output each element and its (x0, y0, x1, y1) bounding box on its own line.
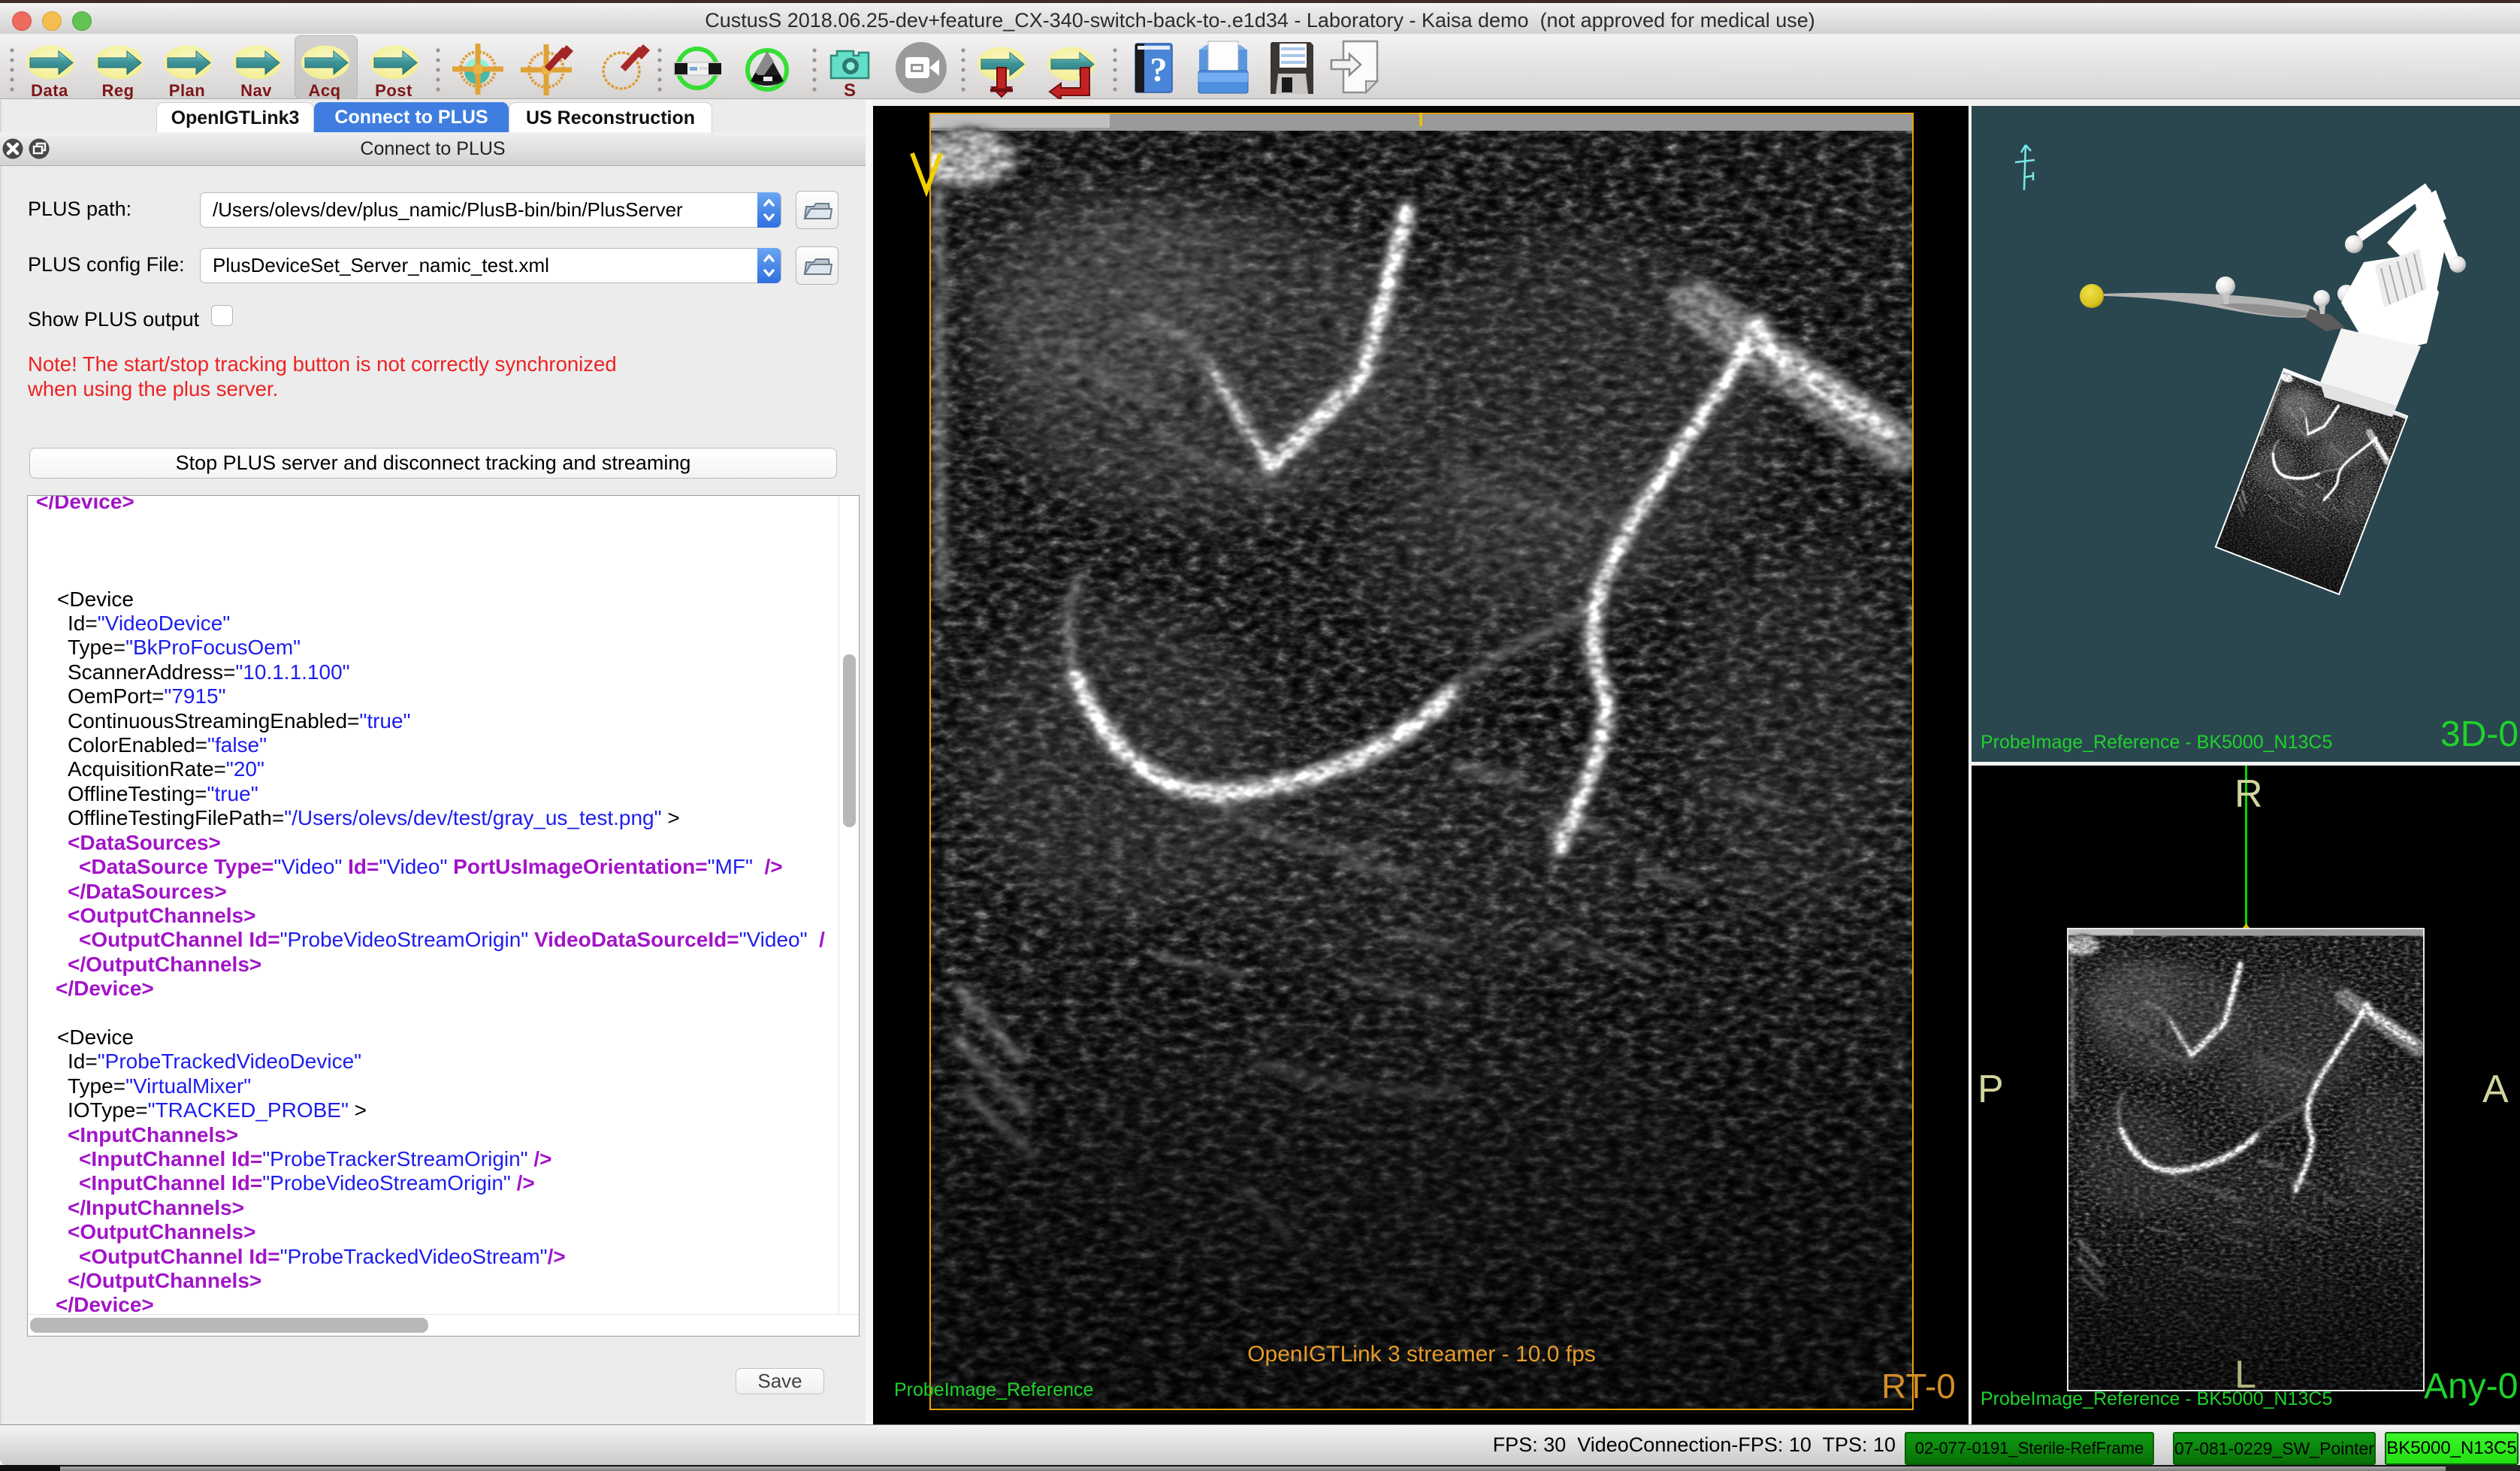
svg-text:ProbeImage_Reference - BK5000_: ProbeImage_Reference - BK5000_N13C5 (1981, 732, 2332, 753)
svg-text:Any-0: Any-0 (2424, 1367, 2518, 1406)
svg-text:P: P (1978, 1068, 2004, 1111)
svg-text:A: A (2482, 1068, 2509, 1111)
svg-text:3D-0: 3D-0 (2440, 714, 2518, 754)
svg-text:ProbeImage_Reference - BK5000_: ProbeImage_Reference - BK5000_N13C5 (1981, 1388, 2332, 1409)
svg-text:R: R (2234, 772, 2263, 816)
